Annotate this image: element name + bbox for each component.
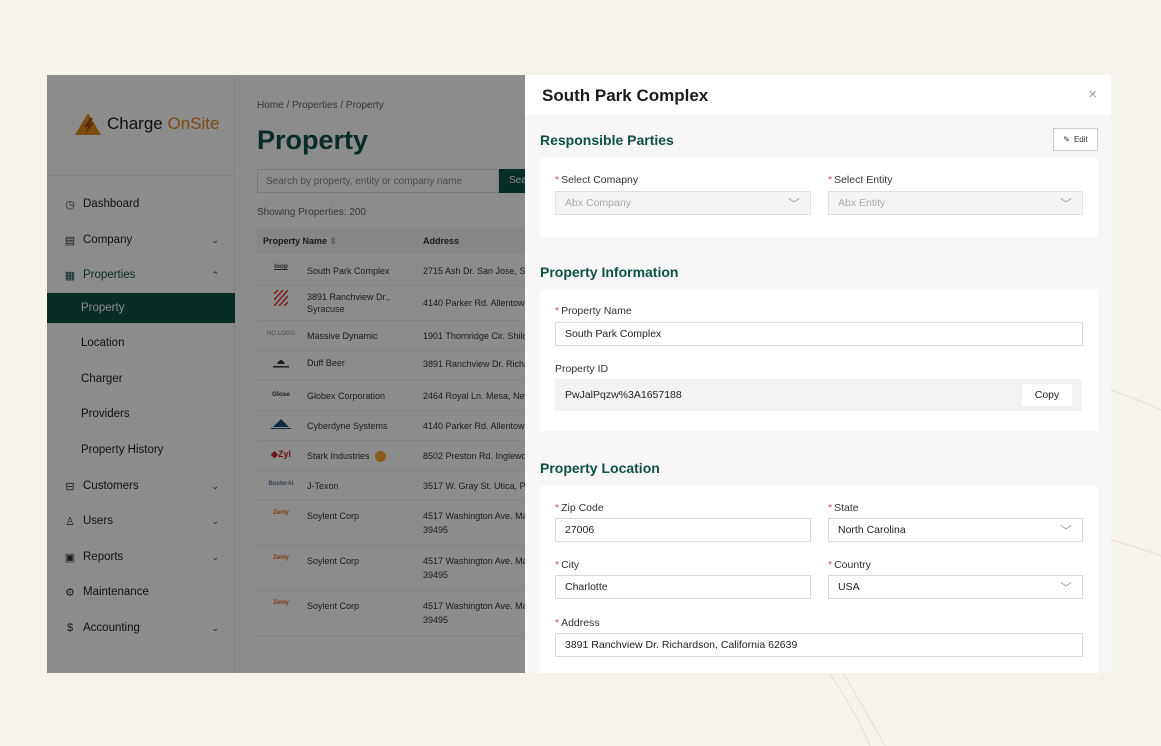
app-window: Charge OnSite ◷ Dashboard ▤ Company ⌄ ▦ … bbox=[47, 75, 1111, 673]
edit-button[interactable]: ✎ Edit bbox=[1053, 128, 1098, 151]
section-title-property-information: Property Information bbox=[540, 264, 679, 280]
address-label: * Address bbox=[555, 617, 600, 629]
entity-label: * Select Entity bbox=[828, 174, 893, 186]
city-field[interactable]: Charlotte bbox=[555, 575, 811, 599]
chevron-down-icon: ﹀ bbox=[1059, 197, 1072, 211]
section-title-responsible-parties: Responsible Parties bbox=[540, 132, 674, 148]
section-title-property-location: Property Location bbox=[540, 460, 660, 476]
country-select[interactable]: USA ﹀ bbox=[828, 575, 1083, 599]
country-label: * Country bbox=[828, 559, 871, 571]
property-drawer: South Park Complex × Responsible Parties… bbox=[525, 75, 1111, 673]
state-label: * State bbox=[828, 502, 859, 514]
state-select-value: North Carolina bbox=[838, 524, 906, 536]
chevron-down-icon: ﹀ bbox=[1059, 581, 1072, 595]
property-information-card: * Property Name South Park Complex Proper… bbox=[540, 290, 1098, 431]
pencil-icon: ✎ bbox=[1063, 135, 1070, 144]
state-select[interactable]: North Carolina ﹀ bbox=[828, 518, 1083, 542]
entity-select[interactable]: Abx Entity ﹀ bbox=[828, 191, 1083, 215]
company-label: * Select Comapny bbox=[555, 174, 639, 186]
copy-button[interactable]: Copy bbox=[1022, 384, 1072, 406]
property-id-value: PwJalPqzw%3A1657188 bbox=[565, 389, 682, 401]
zip-label: * Zip Code bbox=[555, 502, 604, 514]
drawer-body: Responsible Parties ✎ Edit * Select Comap… bbox=[525, 115, 1111, 673]
responsible-parties-card: * Select Comapny Abx Company ﹀ * Select En… bbox=[540, 158, 1098, 237]
drawer-title: South Park Complex bbox=[542, 86, 709, 105]
property-id-box: PwJalPqzw%3A1657188 Copy bbox=[555, 379, 1082, 411]
edit-button-label: Edit bbox=[1073, 135, 1088, 144]
zip-field[interactable]: 27006 bbox=[555, 518, 811, 542]
chevron-down-icon: ﹀ bbox=[1059, 524, 1072, 538]
modal-overlay[interactable] bbox=[47, 75, 525, 673]
company-select-value: Abx Company bbox=[565, 197, 631, 209]
close-icon[interactable]: × bbox=[1088, 86, 1097, 103]
company-select[interactable]: Abx Company ﹀ bbox=[555, 191, 811, 215]
property-name-field[interactable]: South Park Complex bbox=[555, 322, 1083, 346]
entity-select-value: Abx Entity bbox=[838, 197, 886, 209]
property-location-card: * Zip Code 27006 * State North Carolina ﹀ … bbox=[540, 486, 1098, 673]
property-id-label: Property ID bbox=[555, 363, 609, 375]
address-field[interactable]: 3891 Ranchview Dr. Richardson, Californi… bbox=[555, 633, 1083, 657]
country-select-value: USA bbox=[838, 581, 860, 593]
property-name-label: * Property Name bbox=[555, 305, 632, 317]
city-label: * City bbox=[555, 559, 580, 571]
chevron-down-icon: ﹀ bbox=[787, 197, 800, 211]
